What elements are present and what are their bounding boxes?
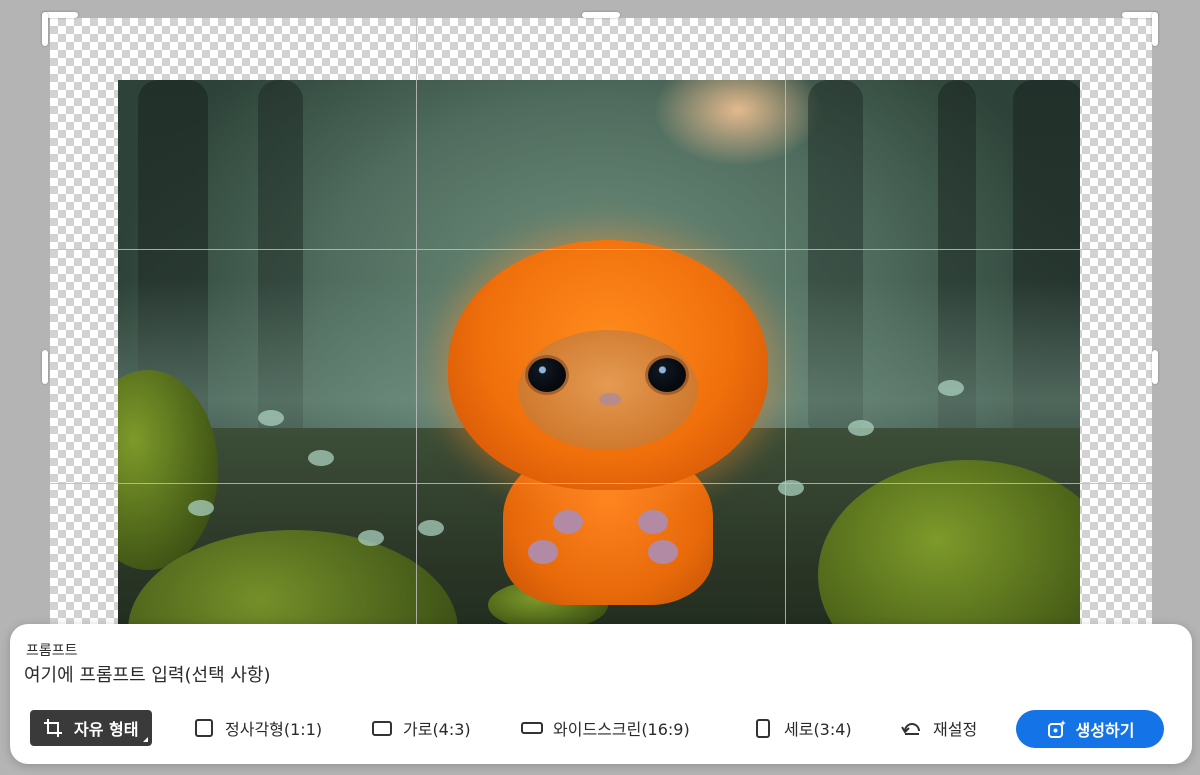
generate-button-label: 생성하기	[1075, 721, 1135, 740]
square-option[interactable]: 정사각형(1:1)	[193, 710, 322, 746]
widescreen-icon	[521, 717, 543, 739]
reset-icon	[901, 717, 923, 739]
option-label: 세로(3:4)	[784, 720, 852, 739]
crop-icon	[42, 717, 64, 739]
prompt-panel: 프롬프트 자유 형태 정사각형(1:1) 가로(4:3) 와이드스크린(16:9…	[10, 624, 1192, 764]
generate-button[interactable]: 생성하기	[1016, 710, 1164, 748]
crop-handle-right[interactable]	[1152, 350, 1158, 384]
option-label: 와이드스크린(16:9)	[553, 720, 690, 739]
square-icon	[193, 717, 215, 739]
fluffy-creature	[448, 240, 768, 605]
prompt-input[interactable]	[24, 660, 624, 690]
crop-handle-left[interactable]	[42, 350, 48, 384]
grid-line	[785, 18, 786, 658]
option-label: 재설정	[933, 720, 978, 739]
option-label: 정사각형(1:1)	[225, 720, 323, 739]
generate-icon	[1046, 718, 1068, 740]
grid-line	[50, 483, 1152, 484]
portrait-option[interactable]: 세로(3:4)	[752, 710, 852, 746]
option-label: 가로(4:3)	[403, 720, 471, 739]
crop-canvas[interactable]	[50, 18, 1152, 658]
crop-handle-top-left[interactable]	[42, 12, 48, 46]
crop-handle-top[interactable]	[582, 12, 620, 18]
crop-options: 자유 형태 정사각형(1:1) 가로(4:3) 와이드스크린(16:9) 세로(…	[30, 710, 1172, 746]
option-label: 자유 형태	[74, 720, 139, 739]
landscape-icon	[371, 717, 393, 739]
widescreen-option[interactable]: 와이드스크린(16:9)	[521, 710, 690, 746]
freeform-option[interactable]: 자유 형태	[30, 710, 153, 746]
generated-image	[118, 80, 1080, 658]
grid-line	[50, 249, 1152, 250]
landscape-option[interactable]: 가로(4:3)	[371, 710, 471, 746]
crop-handle-top-right[interactable]	[1152, 12, 1158, 46]
reset-option[interactable]: 재설정	[901, 710, 977, 746]
prompt-label: 프롬프트	[26, 643, 78, 659]
grid-line	[416, 18, 417, 658]
portrait-icon	[752, 717, 774, 739]
